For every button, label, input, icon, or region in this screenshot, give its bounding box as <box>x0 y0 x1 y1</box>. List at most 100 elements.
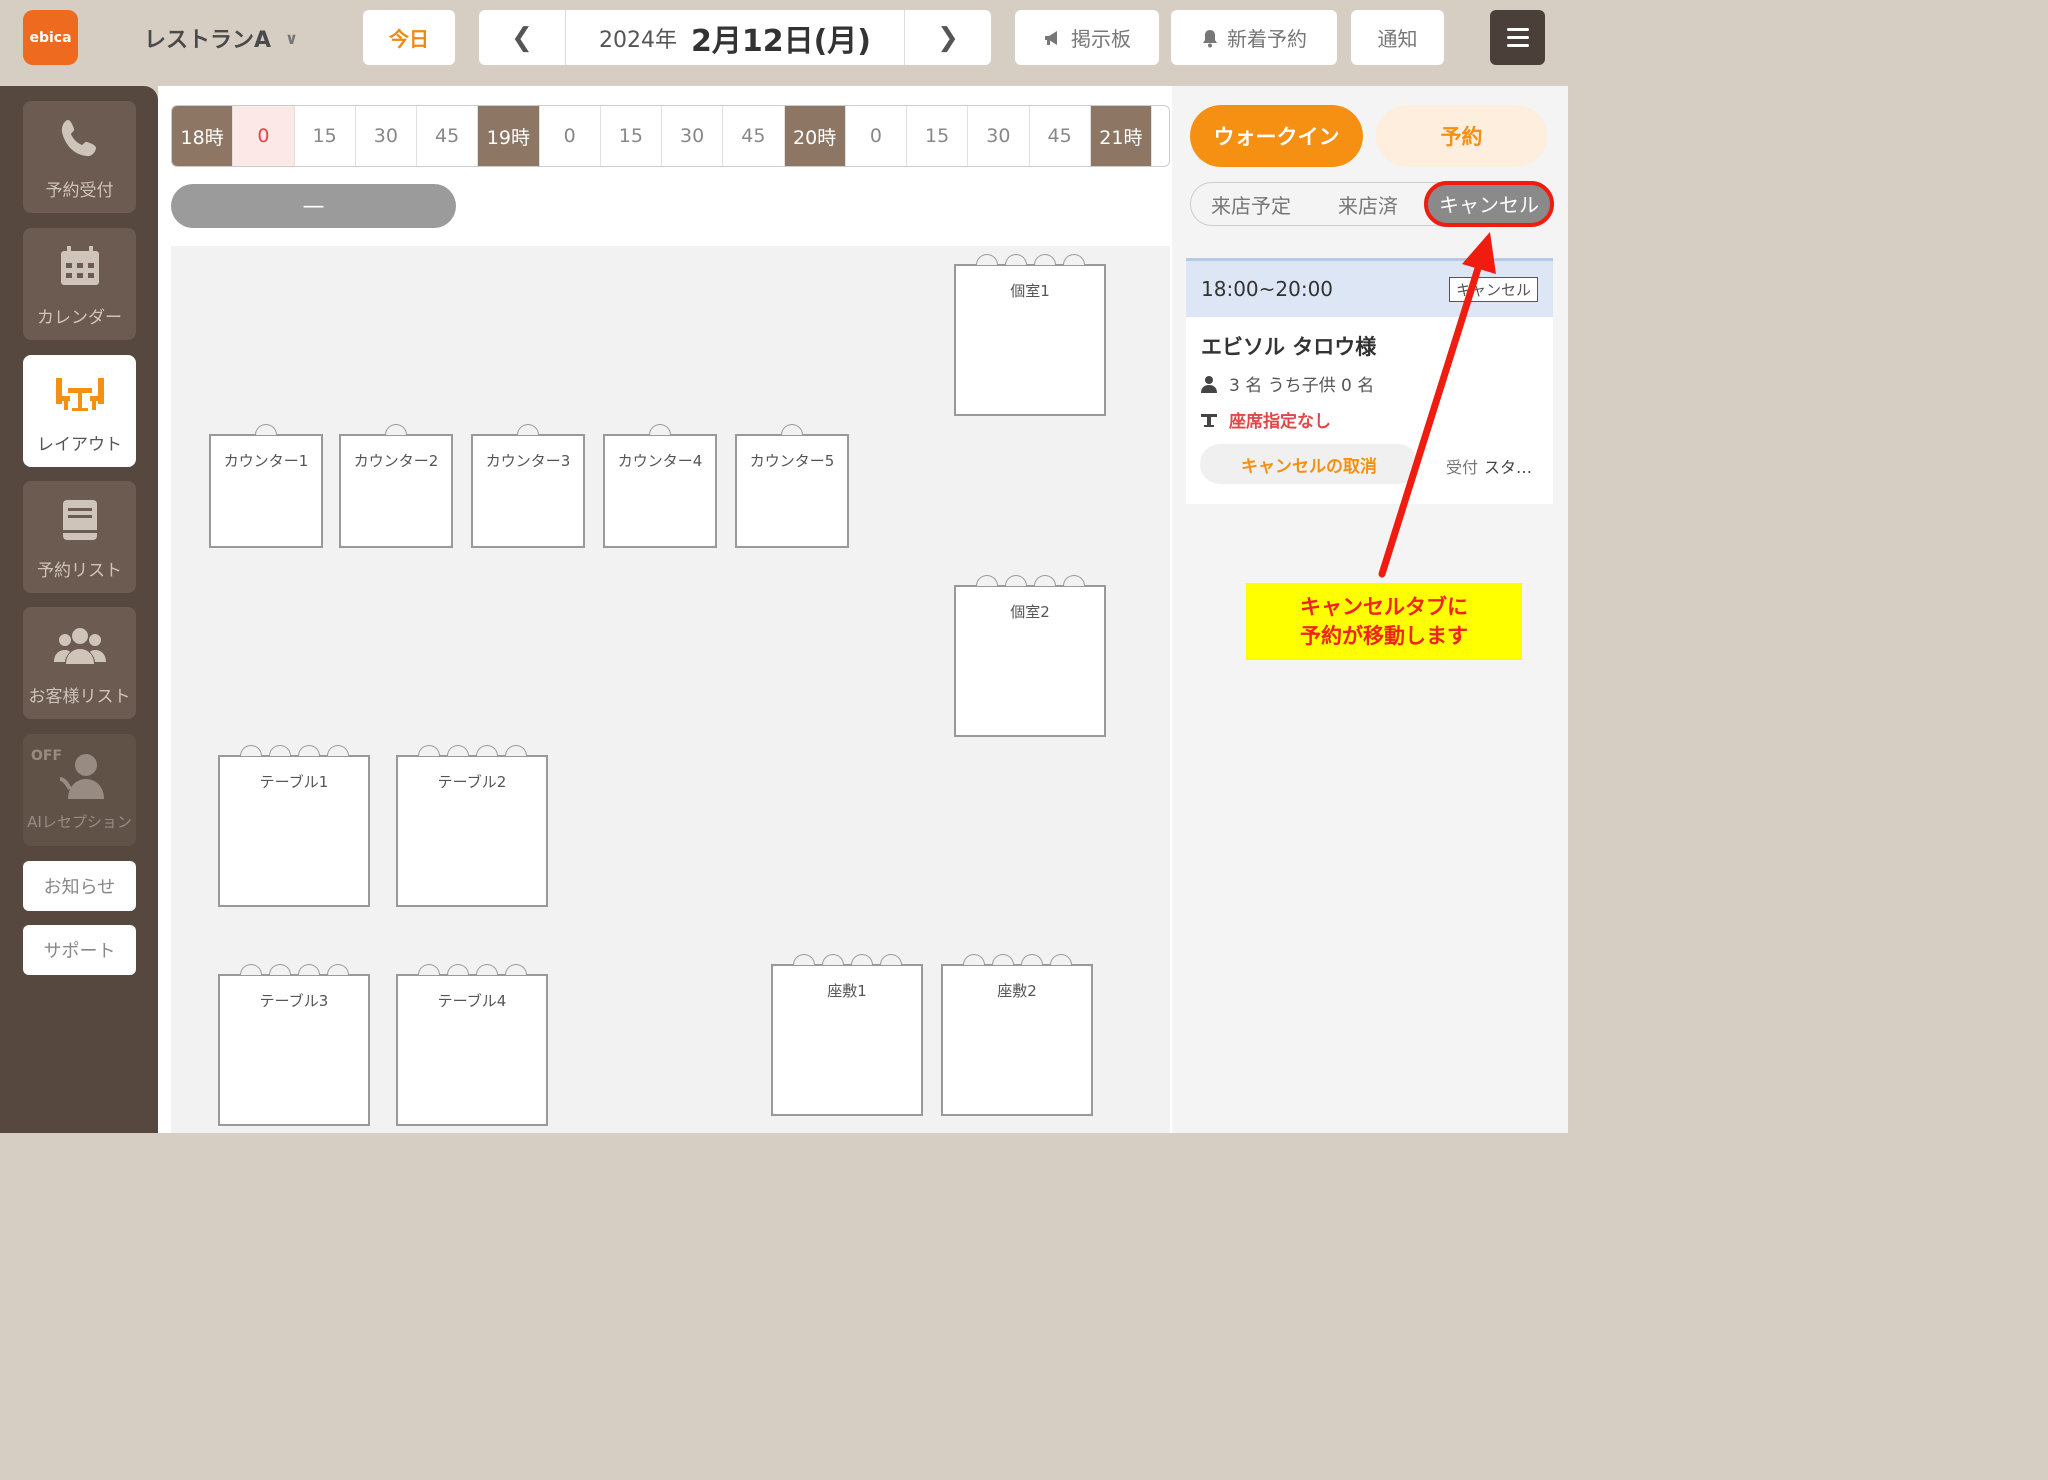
callout-line1: キャンセルタブに <box>1300 595 1468 620</box>
table-label: テーブル2 <box>437 773 507 791</box>
annotation-callout: キャンセルタブに 予約が移動します <box>1246 583 1522 660</box>
sidebar-item-layout[interactable]: レイアウト <box>23 355 136 467</box>
menu-line <box>1506 44 1529 47</box>
chair <box>792 954 815 965</box>
table-label: カウンター4 <box>617 452 703 470</box>
timeline-cell[interactable]: 30 <box>662 106 724 166</box>
chairs <box>341 424 451 435</box>
chair <box>517 424 539 435</box>
chairs <box>943 954 1091 965</box>
chair <box>1004 575 1027 586</box>
chair <box>326 964 349 975</box>
table-counter3[interactable]: カウンター3 <box>471 424 585 548</box>
table-label: 座敷2 <box>997 982 1037 1000</box>
walkin-button[interactable]: ウォークイン <box>1190 105 1363 167</box>
hamburger-menu-button[interactable] <box>1490 10 1545 65</box>
new-reservation-label: 新着予約 <box>1227 27 1307 51</box>
timeline-cell[interactable]: 45 <box>723 106 785 166</box>
chair <box>446 964 469 975</box>
people-icon <box>53 627 106 664</box>
table-label: カウンター2 <box>353 452 439 470</box>
sidebar-item-reservation-list[interactable]: 予約リスト <box>23 481 136 593</box>
table-table2[interactable]: テーブル2 <box>396 745 548 907</box>
sidebar-item-customer-list[interactable]: お客様リスト <box>23 607 136 719</box>
table-label: カウンター3 <box>485 452 571 470</box>
megaphone-icon <box>1045 30 1057 45</box>
chair <box>297 745 320 756</box>
area-filter-pill[interactable]: — <box>171 184 456 228</box>
timeline-cell[interactable]: 18時 <box>172 106 234 166</box>
undo-cancel-button[interactable]: キャンセルの取消 <box>1200 444 1418 484</box>
chair <box>991 954 1014 965</box>
table-label: 座敷1 <box>827 982 867 1000</box>
timeline-cell[interactable]: 21時 <box>1090 106 1152 166</box>
timeline-cell[interactable]: 30 <box>968 106 1030 166</box>
chairs <box>220 964 368 975</box>
chair <box>1020 954 1043 965</box>
table-table4[interactable]: テーブル4 <box>396 964 548 1126</box>
table-icon <box>1201 413 1217 427</box>
table-counter5[interactable]: カウンター5 <box>735 424 849 548</box>
chairs <box>211 424 321 435</box>
timeline-cell[interactable]: 15 <box>907 106 969 166</box>
timeline-cell[interactable]: 0 <box>846 106 907 166</box>
prev-day-button[interactable]: ❮ <box>479 10 565 65</box>
next-day-button[interactable]: ❯ <box>905 10 991 65</box>
timeline-cell[interactable]: 30 <box>356 106 417 166</box>
seat-assignment: 座席指定なし <box>1201 407 1331 432</box>
table-zashiki2[interactable]: 座敷2 <box>941 954 1093 1116</box>
chair <box>385 424 407 435</box>
sidebar-item-calendar[interactable]: カレンダー <box>23 228 136 340</box>
timeline-cell[interactable]: 19時 <box>478 106 540 166</box>
table-counter4[interactable]: カウンター4 <box>603 424 717 548</box>
table-zashiki1[interactable]: 座敷1 <box>771 954 923 1116</box>
card-header: 18:00~20:00 キャンセル <box>1186 261 1553 317</box>
timeline-cell[interactable]: 45 <box>417 106 479 166</box>
date-navigator: ❮ 2024年 2月12日(月) ❯ <box>479 10 991 65</box>
chairs <box>398 745 546 756</box>
support-button[interactable]: サポート <box>23 925 136 975</box>
today-button[interactable]: 今日 <box>363 10 455 65</box>
chair <box>268 964 291 975</box>
tab-arrived[interactable]: 来店済 <box>1311 190 1425 219</box>
new-reservation-button[interactable]: 新着予約 <box>1171 10 1337 65</box>
table-private1[interactable]: 個室1 <box>954 254 1106 416</box>
table-table1[interactable]: テーブル1 <box>218 745 370 907</box>
chair <box>975 575 998 586</box>
reservation-card[interactable]: 18:00~20:00 キャンセル エビソル タロウ様 3 名 うち子供 0 名… <box>1186 258 1553 504</box>
chair <box>962 954 985 965</box>
sidebar-item-ai-reception[interactable]: OFF AIレセプション <box>23 734 136 846</box>
table-label: テーブル3 <box>259 992 329 1010</box>
chair <box>268 745 291 756</box>
tab-upcoming[interactable]: 来店予定 <box>1191 190 1311 219</box>
chair <box>297 964 320 975</box>
chair <box>649 424 671 435</box>
timeline-cell[interactable]: 0 <box>233 106 295 166</box>
timeline-cell[interactable]: 15 <box>601 106 662 166</box>
calendar-icon <box>60 245 99 285</box>
sidebar-item-reservation-intake[interactable]: 予約受付 <box>23 101 136 213</box>
current-date: 2024年 2月12日(月) <box>565 10 905 65</box>
chairs <box>956 575 1104 586</box>
timeline-cell[interactable]: 15 <box>295 106 356 166</box>
board-button[interactable]: 掲示板 <box>1015 10 1159 65</box>
table-label: カウンター5 <box>749 452 835 470</box>
table-private2[interactable]: 個室2 <box>954 575 1106 737</box>
sidebar-item-label: 予約リスト <box>37 560 122 581</box>
timeline-cell[interactable]: 45 <box>1030 106 1091 166</box>
timeline: 18時 0 15 30 45 19時 0 15 30 45 20時 0 15 3… <box>171 105 1170 167</box>
reserve-button[interactable]: 予約 <box>1376 105 1547 167</box>
table-counter1[interactable]: カウンター1 <box>209 424 323 548</box>
store-selector[interactable]: レストランA ∨ <box>144 22 298 54</box>
news-button[interactable]: お知らせ <box>23 861 136 911</box>
notice-button[interactable]: 通知 <box>1351 10 1444 65</box>
table-table3[interactable]: テーブル3 <box>218 964 370 1126</box>
table-counter2[interactable]: カウンター2 <box>339 424 453 548</box>
ebica-logo[interactable]: ebica <box>23 10 78 65</box>
timeline-cell[interactable]: 0 <box>540 106 601 166</box>
sidebar-item-label: カレンダー <box>37 307 122 328</box>
menu-line <box>1506 28 1529 31</box>
ai-off-badge: OFF <box>31 748 63 764</box>
chair <box>821 954 844 965</box>
timeline-cell[interactable]: 20時 <box>784 106 846 166</box>
